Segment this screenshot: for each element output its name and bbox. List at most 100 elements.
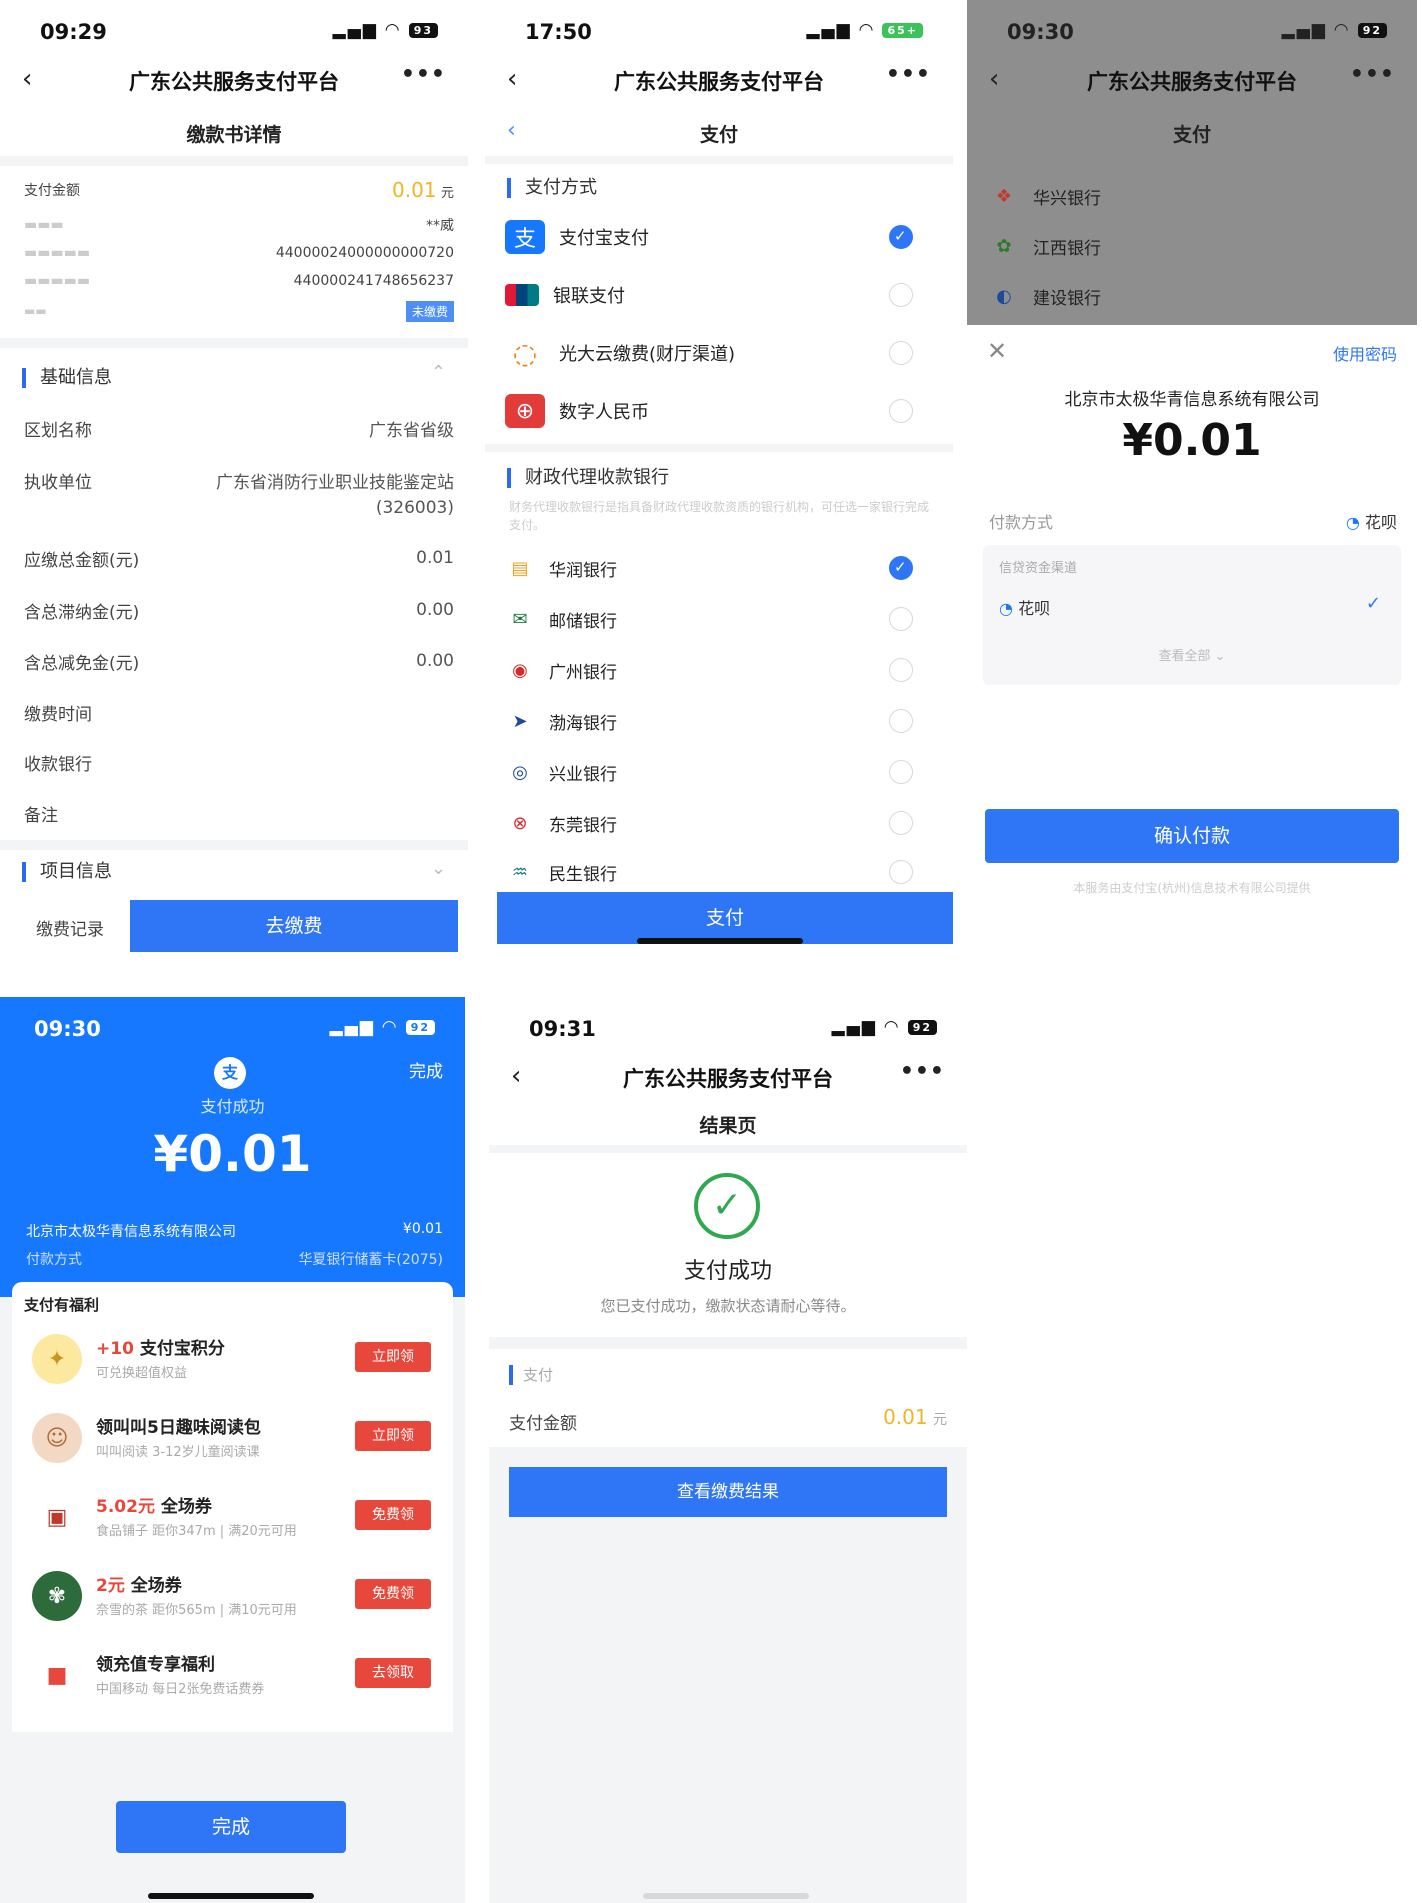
points-icon: ✦ <box>32 1334 82 1384</box>
check-icon: ✓ <box>1365 593 1381 614</box>
dg-bank-icon: ⊗ <box>512 812 528 834</box>
welfare-title: 支付有福利 <box>24 1296 100 1314</box>
bank-bohai[interactable]: ➤ 渤海银行 <box>505 701 933 741</box>
success-text: 支付成功 <box>683 1259 772 1284</box>
welfare-item[interactable]: ✾ 2元 全场券 奈雪的茶 距你565m | 满10元可用 免费领 <box>12 1557 453 1635</box>
record-link[interactable]: 缴费记录 <box>36 915 104 940</box>
use-password-link[interactable]: 使用密码 <box>1333 341 1397 365</box>
pay-button[interactable]: 去缴费 <box>130 900 458 952</box>
pay-method-value[interactable]: ◔ 花呗 <box>1346 509 1397 533</box>
done-button[interactable]: 完成 <box>116 1801 346 1853</box>
success-check-icon: ✓ <box>694 1173 760 1239</box>
provider-footer: 本服务由支付宝(杭州)信息技术有限公司提供 <box>1073 881 1311 895</box>
cmbc-icon: ♒ <box>511 861 529 883</box>
confirm-pay-button[interactable]: 确认付款 <box>985 809 1399 863</box>
welfare-item[interactable]: ✦ +10 支付宝积分 可兑换超值权益 立即领 <box>12 1320 453 1398</box>
sub-title: 支付 <box>1172 124 1211 146</box>
welfare-item[interactable]: ■ 领充值专享福利 中国移动 每日2张免费话费券 去领取 <box>12 1636 453 1714</box>
section-bank: 财政代理收款银行 <box>507 468 669 488</box>
bank-huarun[interactable]: ▤ 华润银行 <box>505 548 933 588</box>
radio[interactable] <box>889 760 913 784</box>
bank-cib[interactable]: ◎ 兴业银行 <box>505 752 933 792</box>
welfare-item[interactable]: ☺ 领叫叫5日趣味阅读包 叫叫阅读 3-12岁儿童阅读课 立即领 <box>12 1399 453 1477</box>
claim-button[interactable]: 免费领 <box>355 1579 431 1609</box>
more-icon[interactable]: ••• <box>1350 62 1395 87</box>
payer-row: ▬▬▬ **威 <box>24 217 454 234</box>
pay-amount-label: 支付金额 <box>24 183 80 199</box>
alipay-icon: 支 <box>505 220 545 254</box>
radio[interactable] <box>889 709 913 733</box>
info-row: 收款银行 <box>24 754 92 775</box>
view-result-button[interactable]: 查看缴费结果 <box>509 1467 947 1517</box>
pay-method-value: 华夏银行储蓄卡(2075) <box>298 1252 443 1268</box>
done-link[interactable]: 完成 <box>409 1057 443 1082</box>
radio[interactable] <box>889 607 913 631</box>
claim-button[interactable]: 去领取 <box>355 1658 431 1688</box>
chevron-down-icon[interactable]: ⌄ <box>431 858 446 879</box>
close-icon[interactable]: ✕ <box>987 337 1007 365</box>
view-all-link[interactable]: 查看全部 ⌄ <box>983 645 1401 664</box>
result-top: 09:31 ▂▄▆ ◠ 92 ‹ 广东公共服务支付平台 ••• 结果页 ✓ 支付… <box>489 997 967 1337</box>
payment-sheet: ✕ 使用密码 北京市太极华青信息系统有限公司 ¥0.01 付款方式 ◔ 花呗 信… <box>967 325 1417 965</box>
status-icons: ▂▄▆ ◠ 92 <box>832 1017 937 1037</box>
pay-amount: ¥0.01 <box>1122 415 1262 466</box>
status-bar: 17:50 ▂▄▆ ◠ 65+ <box>485 0 953 62</box>
submit-pay-button[interactable]: 支付 <box>497 892 953 944</box>
claim-button[interactable]: 立即领 <box>355 1342 431 1372</box>
chevron-up-icon[interactable]: ⌃ <box>431 362 446 383</box>
radio-checked[interactable] <box>889 556 913 580</box>
nav-bar: ‹ 广东公共服务支付平台 ••• <box>0 62 468 102</box>
status-row: ▬▬ 未缴费 <box>24 296 454 326</box>
radio[interactable] <box>889 341 913 365</box>
bank-cmbc[interactable]: ♒ 民生银行 <box>505 852 933 892</box>
info-row: 应缴总金额(元) 0.01 <box>24 548 454 571</box>
bank-desc: 财务代理收款银行是指具备财政代理收款资质的银行机构，可任选一家银行完成支付。 <box>509 500 930 532</box>
method-cloud[interactable]: ◌ 光大云缴费(财厅渠道) <box>505 328 933 378</box>
battery-icon: 92 <box>405 1019 435 1035</box>
success-desc: 您已支付成功，缴款状态请耐心等待。 <box>600 1297 856 1315</box>
bank-gz[interactable]: ◉ 广州银行 <box>505 650 933 690</box>
radio[interactable] <box>889 658 913 682</box>
success-header: 09:30 ▂▄▆ ◠ 92 完成 支 支付成功 ¥0.01 北京市太极华青信息… <box>0 997 465 1297</box>
bank-dg[interactable]: ⊗ 东莞银行 <box>505 803 933 843</box>
home-indicator <box>643 1893 809 1899</box>
gift-icon: ■ <box>32 1650 82 1700</box>
merchant-name: 北京市太极华青信息系统有限公司 <box>26 1224 236 1240</box>
ccb-icon: ◐ <box>996 285 1012 307</box>
method-alipay[interactable]: 支支付宝支付 <box>505 212 933 262</box>
merchant-name: 北京市太极华青信息系统有限公司 <box>1064 390 1320 410</box>
welfare-item[interactable]: ▣ 5.02元 全场券 食品铺子 距你347m | 满20元可用 免费领 <box>12 1478 453 1556</box>
method-unionpay[interactable]: 银联支付 <box>505 270 933 320</box>
claim-button[interactable]: 免费领 <box>355 1500 431 1530</box>
radio-checked[interactable] <box>889 225 913 249</box>
method-ecny[interactable]: ⊕ 数字人民币 <box>505 386 933 436</box>
number-1: 44000024000000000720 <box>275 245 454 261</box>
credit-option[interactable]: ◔ 花呗 <box>999 595 1050 619</box>
panel-alipay-sheet: 09:30 ▂▄▆ ◠ 92 ‹ 广东公共服务支付平台 ••• 支付 ❖ 华兴银行… <box>967 0 1417 965</box>
pay-amount: ¥0.01 <box>153 1125 312 1183</box>
gz-bank-icon: ◉ <box>512 659 528 681</box>
bank-jiangxi[interactable]: ✿ 江西银行 <box>989 226 1397 266</box>
more-icon[interactable]: ••• <box>401 62 446 87</box>
huabei-icon: ◔ <box>999 599 1013 618</box>
more-icon[interactable]: ••• <box>900 1059 945 1084</box>
status-time: 09:30 <box>1007 20 1074 44</box>
radio[interactable] <box>889 283 913 307</box>
credit-label: 信贷资金渠道 <box>999 561 1078 576</box>
bank-huaxing[interactable]: ❖ 华兴银行 <box>989 176 1397 216</box>
bank-ccb[interactable]: ◐ 建设银行 <box>989 276 1397 316</box>
status-bar: 09:30 ▂▄▆ ◠ 92 <box>0 997 465 1059</box>
pay-amount-row: 支付金额 0.01 元 <box>24 178 454 202</box>
bank-psbc[interactable]: ✉ 邮储银行 <box>505 599 933 639</box>
pay-section: 支付 支付金额 0.01 元 <box>489 1349 967 1447</box>
claim-button[interactable]: 立即领 <box>355 1421 431 1451</box>
radio[interactable] <box>889 811 913 835</box>
radio[interactable] <box>889 860 913 884</box>
section-project[interactable]: 项目信息 <box>22 862 112 882</box>
info-row: 含总滞纳金(元) 0.00 <box>24 600 454 623</box>
huaxing-bank-icon: ❖ <box>995 185 1013 207</box>
more-icon[interactable]: ••• <box>886 62 931 87</box>
number-2: 440000241748656237 <box>293 273 454 289</box>
nav-bar: ‹ 广东公共服务支付平台 ••• <box>967 62 1417 102</box>
radio[interactable] <box>889 399 913 423</box>
